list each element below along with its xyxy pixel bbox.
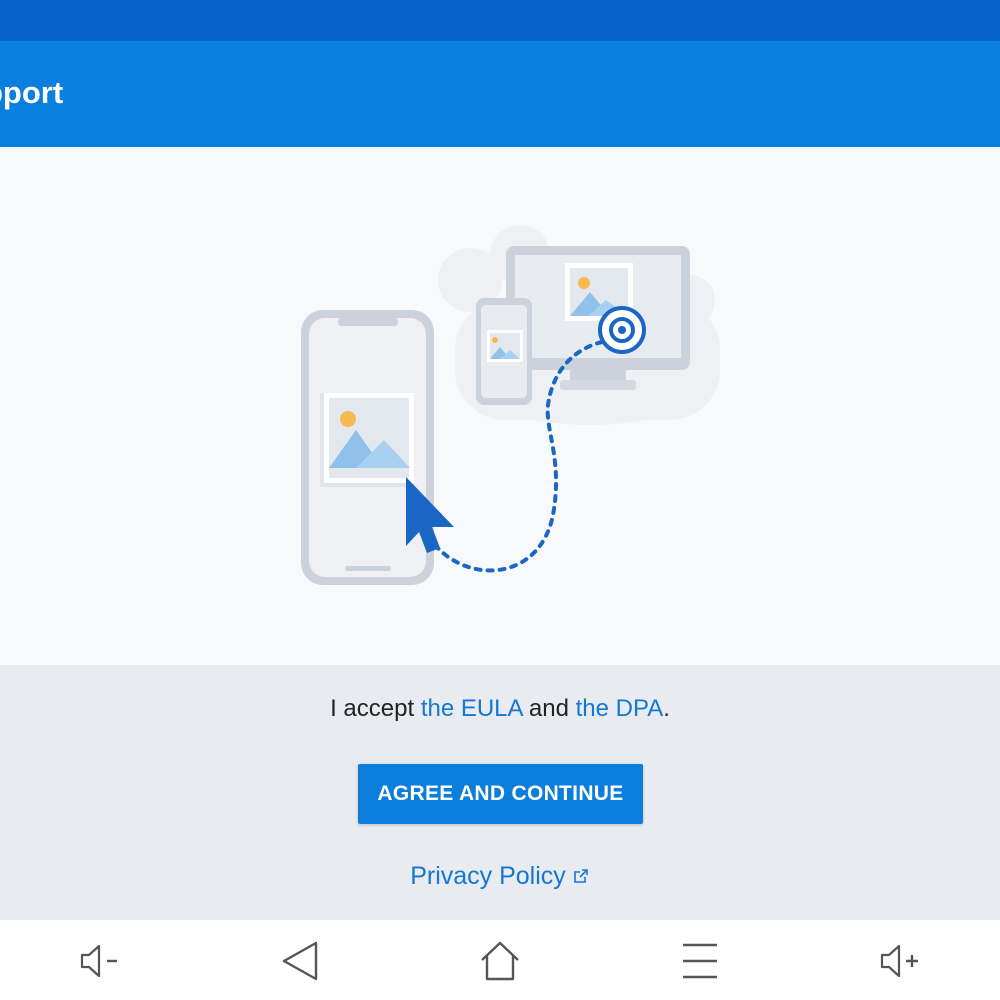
dpa-link[interactable]: the DPA: [576, 695, 664, 722]
volume-down-icon: [80, 944, 117, 978]
app-bar: pport: [0, 41, 1000, 147]
eula-link[interactable]: the EULA: [421, 695, 522, 722]
system-nav-bar: [0, 920, 1000, 1000]
back-icon: [282, 941, 318, 981]
home-icon: [481, 941, 519, 981]
agree-and-continue-button[interactable]: AGREE AND CONTINUE: [358, 764, 643, 824]
privacy-policy-link[interactable]: Privacy Policy: [0, 862, 1000, 892]
volume-down-button[interactable]: [70, 936, 130, 986]
accept-prefix: I accept: [330, 695, 421, 722]
menu-button[interactable]: [670, 936, 730, 986]
monitor-icon: [506, 246, 690, 390]
status-bar: [0, 0, 1000, 41]
consent-panel: I accept the EULA and the DPA. AGREE AND…: [0, 665, 1000, 920]
accept-terms-text: I accept the EULA and the DPA.: [0, 695, 1000, 723]
app-title: pport: [0, 75, 64, 110]
volume-up-icon: [880, 944, 918, 978]
small-phone-icon: [476, 298, 532, 405]
back-button[interactable]: [270, 936, 330, 986]
phone-icon: [301, 310, 434, 585]
home-button[interactable]: [470, 936, 530, 986]
accept-middle: and: [522, 695, 576, 722]
external-link-icon: [572, 863, 590, 892]
volume-up-button[interactable]: [870, 936, 930, 986]
target-icon: [598, 306, 646, 354]
hero-illustration: [0, 147, 1000, 665]
privacy-policy-label[interactable]: Privacy Policy: [410, 862, 566, 890]
remote-support-illustration: [301, 225, 720, 585]
menu-icon: [683, 943, 717, 979]
accept-suffix: .: [663, 695, 670, 722]
